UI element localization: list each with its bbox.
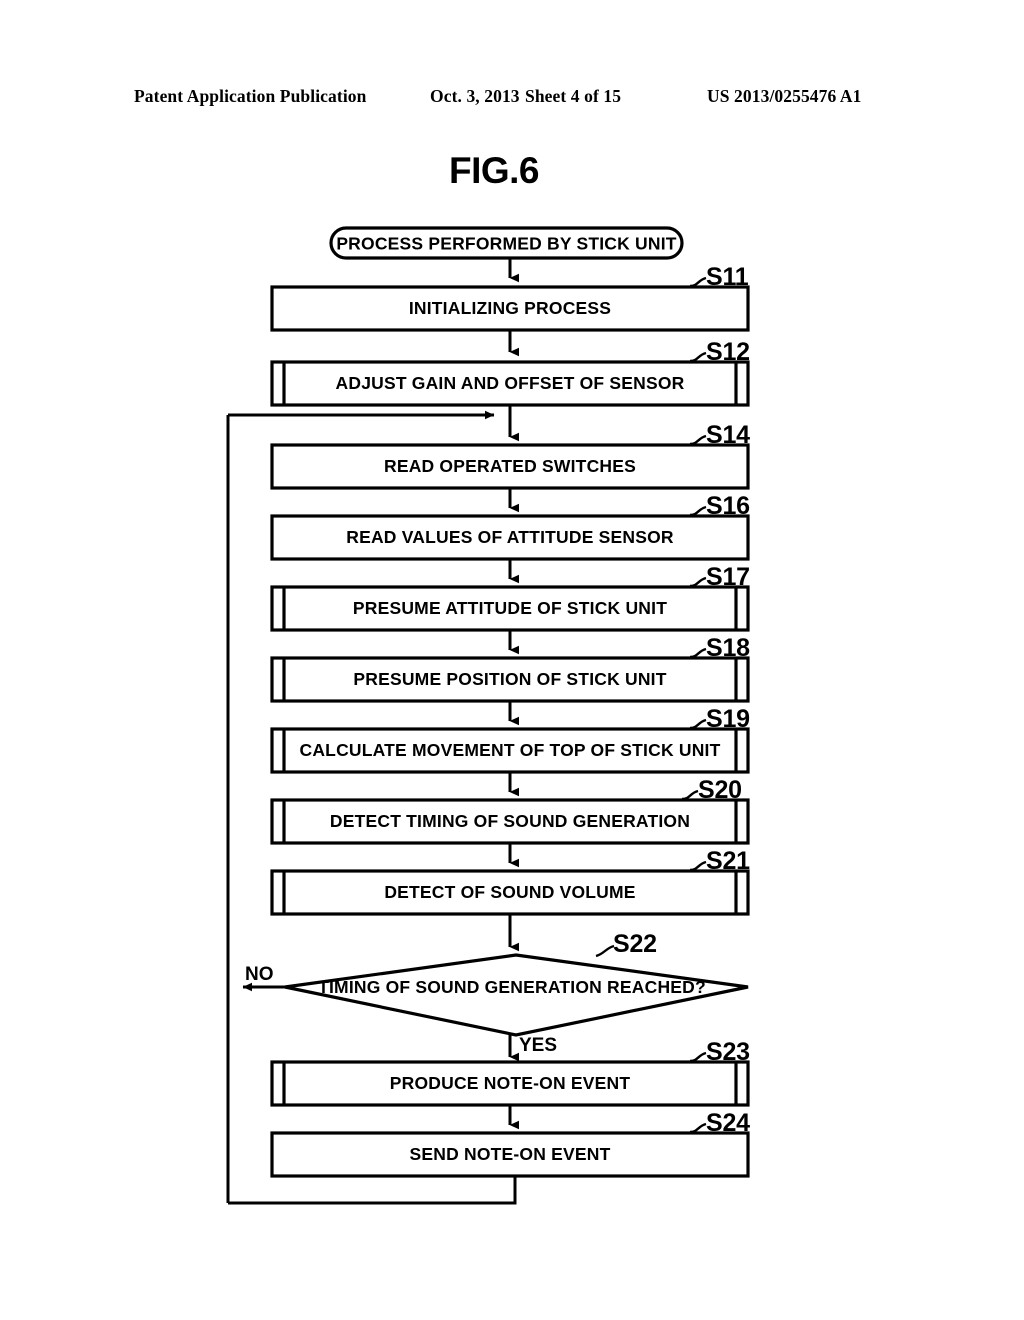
s16-step-leader [689,505,707,517]
s12-step-leader [689,351,707,363]
loopback-bottom-path [228,1176,517,1205]
s21-step-leader [689,860,707,872]
s22-label: TIMING OF SOUND GENERATION REACHED? [318,977,706,997]
s21-label: DETECT OF SOUND VOLUME [384,882,635,902]
s16-step-label: S16 [706,492,750,520]
s20-step-label: S20 [698,776,742,804]
s14-step-leader [689,434,707,446]
s17-label: PRESUME ATTITUDE OF STICK UNIT [353,598,667,618]
node-s22: TIMING OF SOUND GENERATION REACHED? S22 [284,930,749,1037]
branch-no-label: NO [245,964,274,985]
s21-step-label: S21 [706,847,750,875]
s16-label: READ VALUES OF ATTITUDE SENSOR [346,527,674,547]
s24-label: SEND NOTE-ON EVENT [410,1144,611,1164]
s12-step-label: S12 [706,338,750,366]
s22-step-leader [595,944,615,958]
s19-label: CALCULATE MOVEMENT OF TOP OF STICK UNIT [300,740,721,760]
s22-step-label: S22 [613,930,657,958]
s23-step-label: S23 [706,1038,750,1066]
s19-step-label: S19 [706,705,750,733]
s11-step-leader [689,276,707,288]
branch-yes-label: YES [519,1035,557,1056]
flowchart-diagram: PROCESS PERFORMED BY STICK UNIT INITIALI… [226,226,750,1205]
s24-step-label: S24 [706,1109,750,1137]
s24-step-leader [689,1122,707,1134]
s14-label: READ OPERATED SWITCHES [384,456,636,476]
start-terminator-label: PROCESS PERFORMED BY STICK UNIT [336,234,676,254]
s11-label: INITIALIZING PROCESS [409,298,611,318]
s23-label: PRODUCE NOTE-ON EVENT [390,1073,631,1093]
s11-step-label: S11 [706,263,749,291]
s17-step-leader [689,576,707,588]
node-start: PROCESS PERFORMED BY STICK UNIT [329,226,684,260]
s14-step-label: S14 [706,421,750,449]
s18-step-label: S18 [706,634,750,662]
s17-step-label: S17 [706,563,750,591]
s20-label: DETECT TIMING OF SOUND GENERATION [330,811,690,831]
s12-label: ADJUST GAIN AND OFFSET OF SENSOR [336,373,685,393]
s19-step-leader [689,718,707,730]
s18-step-leader [689,647,707,659]
patent-page: Patent Application Publication Oct. 3, 2… [0,0,1024,1320]
s20-step-leader [681,789,699,801]
s18-label: PRESUME POSITION OF STICK UNIT [353,669,666,689]
s23-step-leader [689,1051,707,1063]
